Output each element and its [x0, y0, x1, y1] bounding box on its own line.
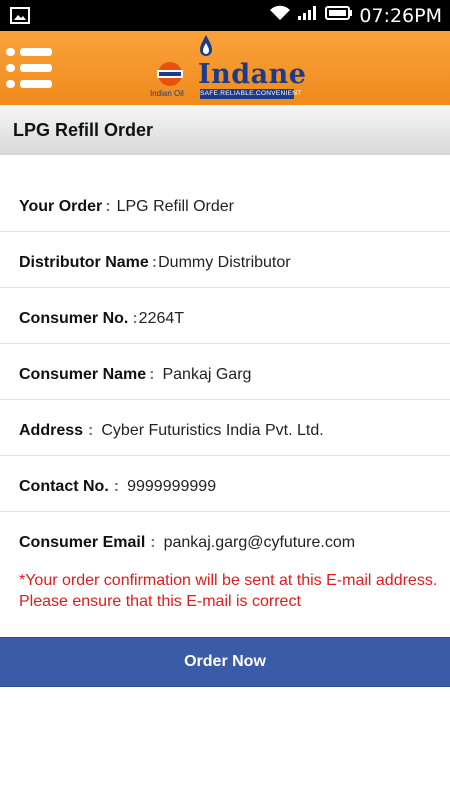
field-separator: : — [150, 534, 156, 551]
email-confirmation-note: *Your order confirmation will be sent at… — [19, 572, 438, 610]
row-content: Consumer No.:2264T — [19, 310, 184, 328]
company-name: Indian Oil — [150, 89, 184, 98]
indane-logo: Indian Oil Indane SAFE.RELIABLE.CONVENIE… — [150, 33, 306, 103]
status-bar: 07:26PM — [0, 0, 450, 31]
wifi-icon — [269, 5, 291, 26]
clock-time: 07:26PM — [359, 4, 442, 27]
row-content: Your Order: LPG Refill Order — [19, 198, 234, 216]
indian-oil-logo-icon — [157, 62, 183, 86]
field-label: Consumer Email — [19, 534, 146, 551]
row-content: Distributor Name:Dummy Distributor — [19, 254, 291, 272]
flame-icon — [200, 35, 212, 56]
field-separator: : — [105, 198, 111, 215]
field-separator: : — [113, 478, 120, 495]
battery-icon — [325, 5, 353, 26]
field-separator: : — [132, 310, 138, 327]
row-content: Contact No.:9999999999 — [19, 478, 216, 496]
field-label: Distributor Name — [19, 254, 149, 271]
row-content: Address: Cyber Futuristics India Pvt. Ltd… — [19, 422, 324, 440]
field-value: Pankaj Garg — [162, 366, 252, 383]
form-row-consumer-no: Consumer No.:2264T — [0, 287, 450, 344]
form-row-contact-no: Contact No.:9999999999 — [0, 455, 450, 512]
brand-name: Indane — [198, 59, 307, 90]
field-label: Contact No. — [19, 478, 109, 495]
field-value: Dummy Distributor — [158, 254, 291, 271]
field-value: 9999999999 — [127, 478, 217, 495]
field-value: LPG Refill Order — [116, 198, 234, 215]
form-row-distributor-name: Distributor Name:Dummy Distributor — [0, 231, 450, 288]
field-label: Consumer Name — [19, 366, 147, 383]
field-value: Cyber Futuristics India Pvt. Ltd. — [101, 422, 324, 439]
title-bar: LPG Refill Order — [0, 105, 450, 155]
field-label: Address — [19, 422, 84, 439]
page-title: LPG Refill Order — [13, 120, 154, 140]
field-separator: : — [88, 422, 94, 439]
form-row-your-order: Your Order: LPG Refill Order — [0, 175, 450, 232]
brand-tagline: SAFE.RELIABLE.CONVENIENT — [200, 89, 302, 99]
field-label: Your Order — [19, 198, 103, 215]
order-now-button[interactable]: Order Now — [0, 637, 450, 687]
field-separator: : — [151, 254, 158, 271]
menu-icon[interactable] — [6, 46, 52, 90]
email-value: pankaj.garg@cyfuture.com — [163, 534, 356, 551]
app-bar: Indian Oil Indane SAFE.RELIABLE.CONVENIE… — [0, 31, 450, 105]
form-row-consumer-name: Consumer Name: Pankaj Garg — [0, 343, 450, 400]
form-row-address: Address: Cyber Futuristics India Pvt. Ltd… — [0, 399, 450, 456]
row-content: Consumer Email: pankaj.garg@cyfuture.com — [19, 534, 355, 552]
signal-icon — [297, 5, 319, 26]
image-notification-icon — [10, 7, 30, 29]
field-value: 2264T — [138, 310, 185, 327]
field-label: Consumer No. — [19, 310, 129, 327]
field-separator: : — [149, 366, 155, 383]
row-content: Consumer Name: Pankaj Garg — [19, 366, 251, 384]
